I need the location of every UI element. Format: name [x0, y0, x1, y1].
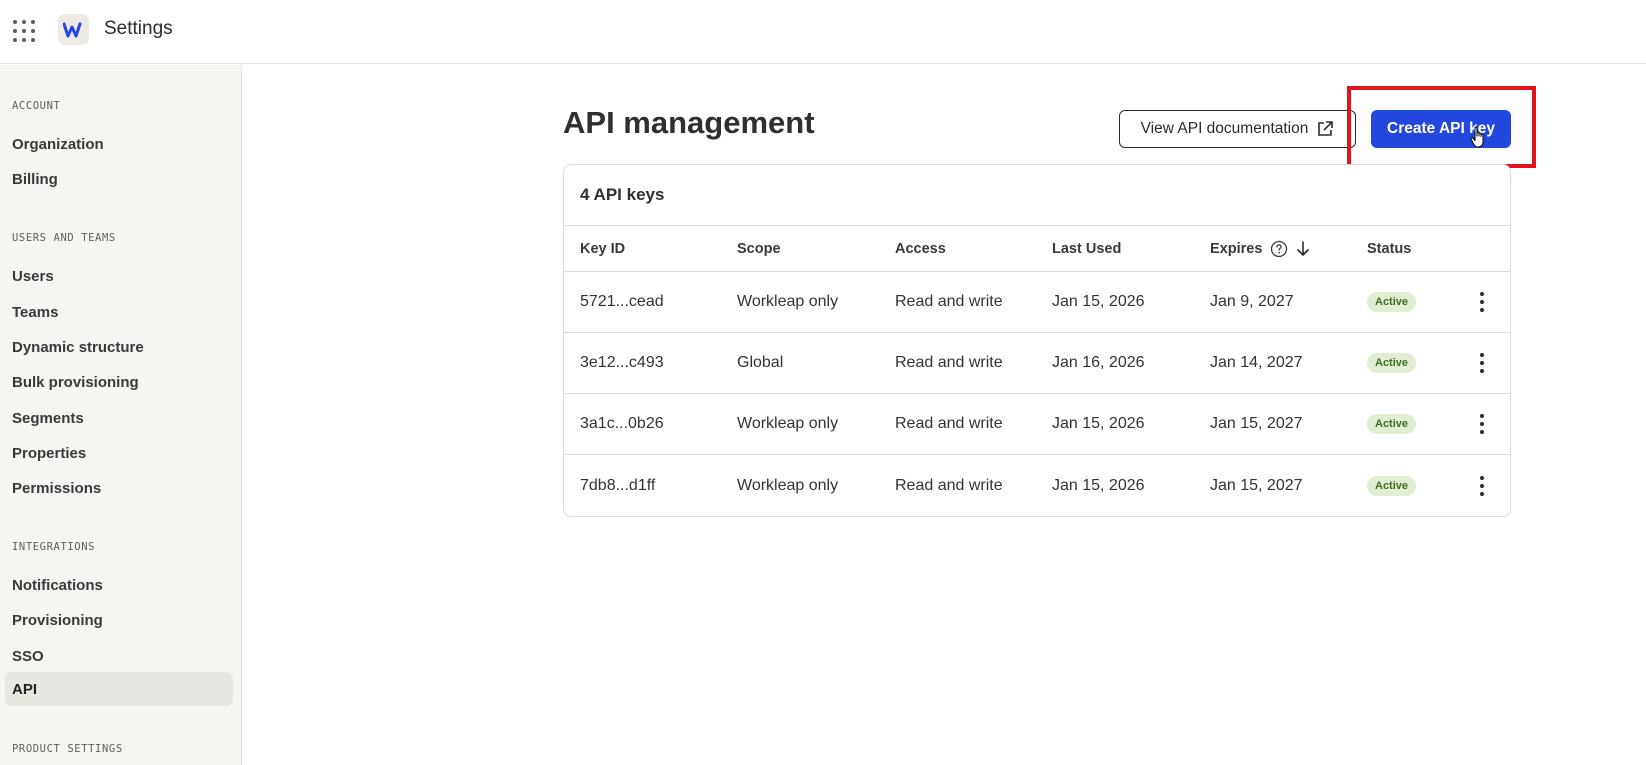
- cell-expires: Jan 15, 2027: [1210, 476, 1303, 494]
- section-label-users-and-teams: USERS AND TEAMS: [12, 232, 116, 244]
- settings-sidebar: ACCOUNT Organization Billing USERS AND T…: [0, 65, 242, 765]
- row-actions-kebab-icon[interactable]: [1472, 471, 1492, 501]
- cell-last-used: Jan 15, 2026: [1052, 476, 1145, 494]
- table-row: 5721...cead Workleap only Read and write…: [564, 272, 1510, 333]
- cell-key-id: 3a1c...0b26: [580, 415, 664, 432]
- cell-scope: Global: [737, 354, 784, 371]
- section-label-product-settings: PRODUCT SETTINGS: [12, 743, 123, 755]
- cell-expires: Jan 14, 2027: [1210, 354, 1303, 371]
- cell-access: Read and write: [895, 293, 1003, 310]
- sidebar-item-billing[interactable]: Billing: [5, 162, 233, 196]
- sidebar-item-notifications[interactable]: Notifications: [5, 568, 233, 602]
- column-header-scope: Scope: [737, 240, 781, 257]
- table-header-row: Key ID Scope Access Last Used Expires St…: [564, 226, 1510, 272]
- view-api-documentation-button[interactable]: View API documentation: [1119, 110, 1356, 148]
- cell-expires: Jan 9, 2027: [1210, 293, 1294, 310]
- row-actions-kebab-icon[interactable]: [1472, 348, 1492, 378]
- column-header-key-id: Key ID: [580, 240, 626, 257]
- page-header-title: Settings: [104, 18, 173, 39]
- section-label-integrations: INTEGRATIONS: [12, 541, 96, 553]
- sidebar-item-bulk-provisioning[interactable]: Bulk provisioning: [5, 365, 233, 399]
- cell-scope: Workleap only: [737, 476, 839, 494]
- status-badge: Active: [1367, 475, 1417, 496]
- status-badge: Active: [1367, 353, 1417, 373]
- sidebar-item-organization[interactable]: Organization: [5, 127, 233, 161]
- column-header-status: Status: [1367, 240, 1412, 257]
- cell-key-id: 5721...cead: [580, 293, 664, 310]
- create-api-key-button[interactable]: Create API key: [1371, 110, 1511, 148]
- sidebar-item-dynamic-structure[interactable]: Dynamic structure: [5, 330, 233, 364]
- status-badge: Active: [1367, 414, 1417, 434]
- cell-key-id: 3e12...c493: [580, 354, 664, 371]
- column-header-access: Access: [895, 240, 946, 257]
- sidebar-item-api[interactable]: API: [5, 672, 233, 706]
- cell-access: Read and write: [895, 354, 1003, 371]
- status-badge: Active: [1367, 292, 1417, 312]
- row-actions-kebab-icon[interactable]: [1472, 409, 1492, 439]
- table-row: 3e12...c493 Global Read and write Jan 16…: [564, 333, 1510, 394]
- top-bar: Settings: [0, 0, 1646, 64]
- cell-key-id: 7db8...d1ff: [580, 476, 656, 494]
- column-header-last-used: Last Used: [1052, 240, 1122, 257]
- sort-descending-arrow-icon[interactable]: [1296, 240, 1310, 257]
- sidebar-item-permissions[interactable]: Permissions: [5, 471, 233, 505]
- cell-scope: Workleap only: [737, 293, 839, 310]
- sidebar-item-properties[interactable]: Properties: [5, 436, 233, 470]
- external-link-icon: [1318, 121, 1334, 136]
- cell-last-used: Jan 16, 2026: [1052, 354, 1145, 371]
- sidebar-item-segments[interactable]: Segments: [5, 401, 233, 435]
- api-keys-count: 4 API keys: [564, 165, 1510, 226]
- sidebar-item-sso[interactable]: SSO: [5, 639, 233, 673]
- cell-expires: Jan 15, 2027: [1210, 415, 1303, 432]
- sidebar-item-teams[interactable]: Teams: [5, 295, 233, 329]
- cell-last-used: Jan 15, 2026: [1052, 415, 1145, 432]
- api-keys-card: 4 API keys Key ID Scope Access Last Used…: [563, 164, 1511, 517]
- view-api-documentation-label: View API documentation: [1140, 120, 1309, 137]
- page-title: API management: [563, 105, 815, 140]
- help-circle-icon[interactable]: [1270, 240, 1288, 258]
- sidebar-item-users[interactable]: Users: [5, 259, 233, 293]
- workleap-logo-icon: [58, 14, 89, 45]
- cell-last-used: Jan 15, 2026: [1052, 293, 1145, 310]
- sidebar-item-provisioning[interactable]: Provisioning: [5, 603, 233, 637]
- row-actions-kebab-icon[interactable]: [1472, 287, 1492, 317]
- table-row: 3a1c...0b26 Workleap only Read and write…: [564, 394, 1510, 455]
- app-launcher-icon[interactable]: [12, 19, 36, 43]
- section-label-account: ACCOUNT: [12, 100, 61, 112]
- column-header-expires[interactable]: Expires: [1210, 226, 1310, 271]
- cell-access: Read and write: [895, 476, 1003, 494]
- hand-pointer-cursor-icon: [1470, 126, 1484, 148]
- cell-scope: Workleap only: [737, 415, 839, 432]
- cell-access: Read and write: [895, 415, 1003, 432]
- column-header-expires-label: Expires: [1210, 240, 1263, 257]
- table-row: 7db8...d1ff Workleap only Read and write…: [564, 455, 1510, 516]
